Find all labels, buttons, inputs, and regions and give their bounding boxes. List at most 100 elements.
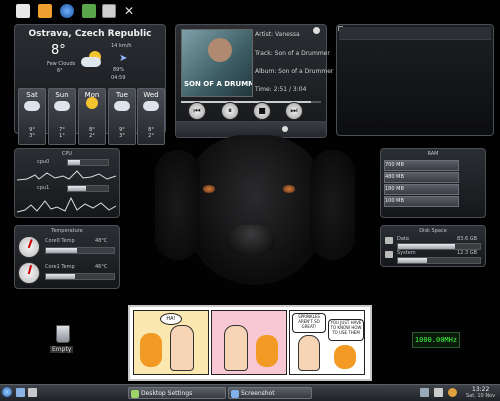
trash-label[interactable]: Empty [50,346,74,353]
drive-icon [385,251,393,258]
jon-figure [170,325,194,371]
disk-bar [397,257,481,264]
trash-icon[interactable] [56,325,70,343]
cpu-row-label: cpu1 [37,185,50,191]
dog-left-eye [203,185,215,193]
app-icon [231,390,239,398]
garfield-figure [140,333,162,367]
weather-condition: Few Clouds [47,61,76,67]
forecast-day-name: Sat [26,91,38,99]
drive-icon [385,237,393,244]
track-title: Track: Son of a Drummer [255,50,330,57]
forecast-day-name: Tue [116,91,128,99]
taskbar-task[interactable]: Screenshot [228,387,312,399]
weather-wind: 14 km/h [111,43,132,49]
jon-figure [298,335,320,371]
sensor-bar [45,273,115,280]
partly-cloudy-icon [81,51,103,67]
comic-bubble: YOU JUST HAVE TO KNOW HOW TO USE THEM [328,319,364,341]
stop-button[interactable]: ■ [253,102,271,120]
player-menu-icon[interactable] [313,27,320,34]
dog-right-eye [283,185,295,193]
disk-label: System [397,250,416,256]
cloud-icon [54,101,70,111]
jon-figure [224,325,248,371]
disk-value: 12.3 GB [457,250,478,256]
app-icon [131,390,139,398]
disk-label: Data [397,236,409,242]
tools-icon[interactable]: ✕ [122,4,136,18]
network-icon[interactable] [420,388,429,397]
disk-title: Disk Space [419,228,447,234]
mail-icon[interactable] [16,4,30,18]
pause-button[interactable]: ⏸ [221,102,239,120]
dog-head [185,135,325,285]
dog-nose [227,225,275,255]
task-label: Desktop Settings [141,390,193,397]
previous-button[interactable]: ⏮ [188,102,206,120]
comic-bubble-text: SPRINKLES AREN'T SO GREAT! [298,314,320,329]
dog-right-ear [310,150,355,260]
forecast-low: 2° [89,133,95,139]
taskbar-task[interactable]: Desktop Settings [128,387,226,399]
sensor-bar-fill [46,248,77,253]
empty-widget [336,24,494,136]
start-menu-icon[interactable] [2,387,12,397]
cpu-graph-1 [17,196,117,213]
terminal-icon[interactable] [102,4,116,18]
comic-panel-2 [211,310,287,375]
weather-widget: Ostrava, Czech Republic 8° Few Clouds 6°… [14,24,166,145]
forecast-day-name: Wed [143,91,159,99]
forecast-day-name: Sun [55,91,69,99]
wind-direction-icon: ➤ [119,53,128,64]
weather-city: Ostrava, Czech Republic [28,29,152,39]
comic-bubble: HA! [160,313,182,325]
ram-title: RAM [427,151,439,157]
forecast-day: Sat 9° 3° [18,88,46,145]
ram-value: 180 MB [385,186,404,192]
cpu-widget: CPU cpu0 cpu1 [14,148,120,218]
comic-bubble: SPRINKLES AREN'T SO GREAT! [292,313,326,333]
disk-bar [397,243,481,250]
disk-bar-fill [398,244,456,249]
cpu-bar [67,185,109,192]
clock-date[interactable]: Sat, 10 Nov [466,393,495,399]
browser-icon[interactable] [60,4,74,18]
cloud-icon [143,101,159,111]
cpu-bar-fill [68,186,86,191]
temperature-gauge-icon [18,262,40,284]
forecast-low: 3° [29,133,35,139]
notification-icon[interactable] [448,388,457,397]
ram-row: 180 MB [384,184,459,195]
folder-icon[interactable] [38,4,52,18]
wallpaper-dog [155,130,355,305]
album-art-title: SON OF A DRUMMER [184,80,252,88]
album-art-figure [208,38,232,62]
recycle-icon[interactable] [82,4,96,18]
comic-panel-3: SPRINKLES AREN'T SO GREAT! YOU JUST HAVE… [289,310,365,375]
temperature-title: Temperature [51,228,83,234]
cpu-title: CPU [61,151,73,157]
track-album: Album: Son of a Drummer [255,68,334,75]
cpu-frequency-readout: 1000.00MHz [412,332,460,348]
launcher-icon[interactable] [28,388,37,397]
garfield-figure [334,345,356,369]
ram-row: 480 MB [384,172,459,183]
launcher-icon[interactable] [16,388,25,397]
ram-value: 100 MB [385,198,404,204]
sun-icon [86,97,98,109]
disk-space-widget: Disk Space Data 83.6 GB System 12.3 GB [380,225,486,267]
clock-time[interactable]: 13:22 [472,386,489,393]
disk-bar-fill [398,258,427,263]
weather-temperature: 8° [51,43,66,58]
comic-bubble-text: YOU JUST HAVE TO KNOW HOW TO USE THEM [330,320,362,335]
weather-time: 04:59 [111,75,126,81]
sensor-bar [45,247,115,254]
sensor-bar-fill [46,274,75,279]
disk-value: 83.6 GB [457,236,478,242]
comic-strip: HA! SPRINKLES AREN'T SO GREAT! YOU JUST … [128,305,372,381]
volume-icon[interactable] [434,388,443,397]
next-button[interactable]: ⏭ [285,102,303,120]
forecast-day: Mon 8° 2° [78,88,106,145]
cpu-bar-fill [68,160,80,165]
